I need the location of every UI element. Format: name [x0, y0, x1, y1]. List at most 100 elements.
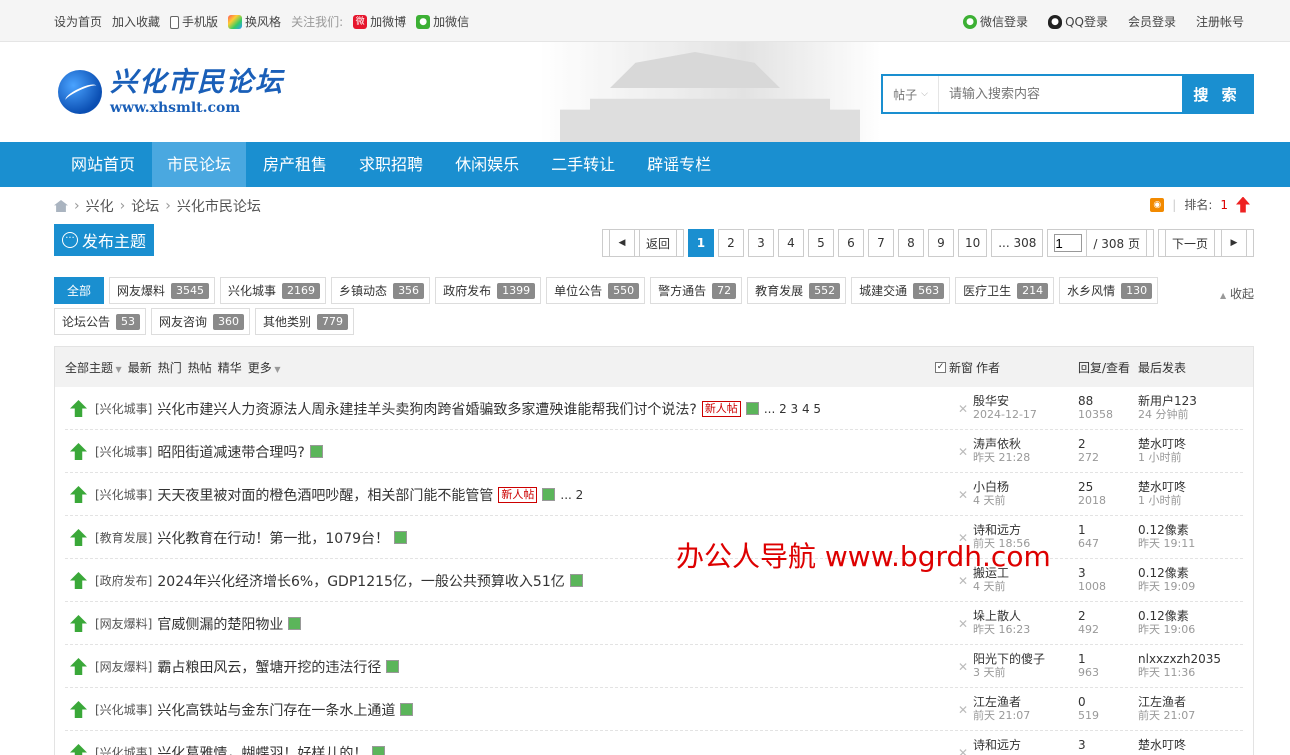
close-icon[interactable]: ✕ [958, 574, 968, 588]
category-item[interactable]: 医疗卫生 214 [955, 277, 1055, 304]
filter-latest[interactable]: 最新 [128, 359, 152, 376]
filter-hot-posts[interactable]: 热帖 [188, 359, 212, 376]
category-item[interactable]: 兴化城事 2169 [220, 277, 327, 304]
category-item[interactable]: 论坛公告 53 [54, 308, 147, 335]
last-poster[interactable]: 0.12像素 [1138, 566, 1195, 580]
thread-type[interactable]: [兴化城事] [95, 486, 152, 503]
page-5[interactable]: 5 [807, 229, 834, 257]
page-2[interactable]: 2 [717, 229, 744, 257]
back-button[interactable]: ◀ 返回 [601, 229, 684, 257]
page-10[interactable]: 10 [957, 229, 988, 257]
rss-icon[interactable]: ◉ [1150, 197, 1165, 212]
thread-title[interactable]: 2024年兴化经济增长6%，GDP1215亿，一般公共预算收入51亿 [157, 571, 564, 591]
filter-more[interactable]: 更多 ▼ [248, 359, 281, 376]
search-button[interactable]: 搜 索 [1182, 76, 1252, 112]
thread-author[interactable]: 阳光下的傻子 [973, 652, 1045, 666]
category-all[interactable]: 全部 [54, 277, 105, 304]
filter-all-topics[interactable]: 全部主题 ▼ [65, 359, 122, 376]
new-window-toggle[interactable]: ✓ 新窗 作者 [935, 359, 1000, 376]
skin-link[interactable]: 换风格 [228, 13, 281, 30]
close-icon[interactable]: ✕ [958, 617, 968, 631]
new-topic-button[interactable]: ··· 发布主题 [54, 224, 154, 256]
thread-type[interactable]: [兴化城事] [95, 744, 152, 755]
category-item[interactable]: 城建交通 563 [851, 277, 951, 304]
breadcrumb-forum[interactable]: 论坛 [131, 196, 159, 216]
thread-type[interactable]: [网友爆料] [95, 615, 152, 632]
last-poster[interactable]: 楚水叮咚 [1138, 738, 1186, 752]
next-page-button[interactable]: 下一页 ▶ [1157, 229, 1254, 257]
search-input[interactable] [939, 76, 1182, 112]
category-item[interactable]: 政府发布 1399 [435, 277, 542, 304]
page-9[interactable]: 9 [927, 229, 954, 257]
search-type-select[interactable]: 帖子 ⌵ [883, 76, 939, 112]
thread-type[interactable]: [兴化城事] [95, 400, 152, 417]
register-link[interactable]: 注册帐号 [1196, 13, 1244, 30]
thread-title[interactable]: 兴化高铁站与金东门存在一条水上通道 [157, 700, 395, 720]
last-poster[interactable]: 0.12像素 [1138, 523, 1195, 537]
page-7[interactable]: 7 [867, 229, 894, 257]
breadcrumb-xinghua[interactable]: 兴化 [86, 196, 114, 216]
site-logo[interactable]: 兴化市民论坛 www.xhsmlt.com [58, 68, 284, 116]
thread-author[interactable]: 江左渔者 [973, 695, 1030, 709]
thread-author[interactable]: 垛上散人 [973, 609, 1030, 623]
page-6[interactable]: 6 [837, 229, 864, 257]
nav-home[interactable]: 网站首页 [56, 142, 150, 187]
category-item[interactable]: 网友咨询 360 [151, 308, 251, 335]
thread-title[interactable]: 霸占粮田风云，蟹塘开挖的违法行径 [157, 657, 381, 677]
wechat-login-link[interactable]: ● 微信登录 [963, 13, 1028, 30]
close-icon[interactable]: ✕ [958, 660, 968, 674]
member-login-link[interactable]: 会员登录 [1128, 13, 1176, 30]
nav-forum[interactable]: 市民论坛 [152, 142, 247, 187]
close-icon[interactable]: ✕ [958, 703, 968, 717]
thread-title[interactable]: 兴化葛雅情，蝴蝶羽！好样儿的！ [157, 743, 367, 755]
last-poster[interactable]: nlxxzxzh2035 [1138, 652, 1221, 666]
last-poster[interactable]: 楚水叮咚 [1138, 480, 1186, 494]
set-home-link[interactable]: 设为首页 [54, 13, 102, 30]
nav-jobs[interactable]: 求职招聘 [344, 142, 438, 187]
thread-author[interactable]: 诗和远方 [973, 738, 1021, 752]
page-3[interactable]: 3 [747, 229, 774, 257]
last-poster[interactable]: 江左渔者 [1138, 695, 1195, 709]
thread-type[interactable]: [政府发布] [95, 572, 152, 589]
category-item[interactable]: 教育发展 552 [747, 277, 847, 304]
category-item[interactable]: 网友爆料 3545 [109, 277, 216, 304]
thread-author[interactable]: 小白杨 [973, 480, 1009, 494]
mobile-link[interactable]: 手机版 [170, 13, 218, 30]
category-item[interactable]: 水乡风情 130 [1059, 277, 1159, 304]
qq-login-link[interactable]: ● QQ登录 [1048, 13, 1108, 30]
page-jump-input[interactable] [1054, 234, 1083, 252]
nav-housing[interactable]: 房产租售 [248, 142, 342, 187]
thread-type[interactable]: [教育发展] [95, 529, 152, 546]
thread-type[interactable]: [兴化城事] [95, 701, 152, 718]
wechat-link[interactable]: ● 加微信 [416, 13, 469, 30]
filter-digest[interactable]: 精华 [218, 359, 242, 376]
add-favorite-link[interactable]: 加入收藏 [112, 13, 160, 30]
thread-author[interactable]: 殷华安 [973, 394, 1037, 408]
thread-pages[interactable]: ... 2 3 4 5 [764, 402, 821, 416]
thread-title[interactable]: 天天夜里被对面的橙色酒吧吵醒，相关部门能不能管管 [157, 485, 493, 505]
collapse-categories-button[interactable]: ▲ 收起 [1220, 285, 1254, 302]
thread-title[interactable]: 兴化市建兴人力资源法人周永建挂羊头卖狗肉跨省婚骗致多家遭殃谁能帮我们讨个说法? [157, 399, 696, 419]
page-last[interactable]: ... 308 [991, 229, 1044, 257]
last-poster[interactable]: 楚水叮咚 [1138, 437, 1186, 451]
last-poster[interactable]: 0.12像素 [1138, 609, 1195, 623]
thread-author[interactable]: 涛声依秋 [973, 437, 1030, 451]
page-8[interactable]: 8 [897, 229, 924, 257]
last-poster[interactable]: 新用户123 [1138, 394, 1197, 408]
category-item[interactable]: 警方通告 72 [650, 277, 743, 304]
close-icon[interactable]: ✕ [958, 402, 968, 416]
page-1[interactable]: 1 [687, 229, 714, 257]
thread-type[interactable]: [兴化城事] [95, 443, 152, 460]
thread-title[interactable]: 官威侧漏的楚阳物业 [157, 614, 283, 634]
nav-secondhand[interactable]: 二手转让 [536, 142, 630, 187]
close-icon[interactable]: ✕ [958, 445, 968, 459]
home-icon[interactable] [54, 200, 68, 212]
close-icon[interactable]: ✕ [958, 746, 968, 755]
thread-pages[interactable]: ... 2 [560, 488, 583, 502]
category-item[interactable]: 单位公告 550 [546, 277, 646, 304]
thread-title[interactable]: 兴化教育在行动！第一批，1079台！ [157, 528, 389, 548]
category-item[interactable]: 其他类别 779 [255, 308, 355, 335]
close-icon[interactable]: ✕ [958, 488, 968, 502]
breadcrumb-board[interactable]: 兴化市民论坛 [177, 196, 261, 216]
page-4[interactable]: 4 [777, 229, 804, 257]
